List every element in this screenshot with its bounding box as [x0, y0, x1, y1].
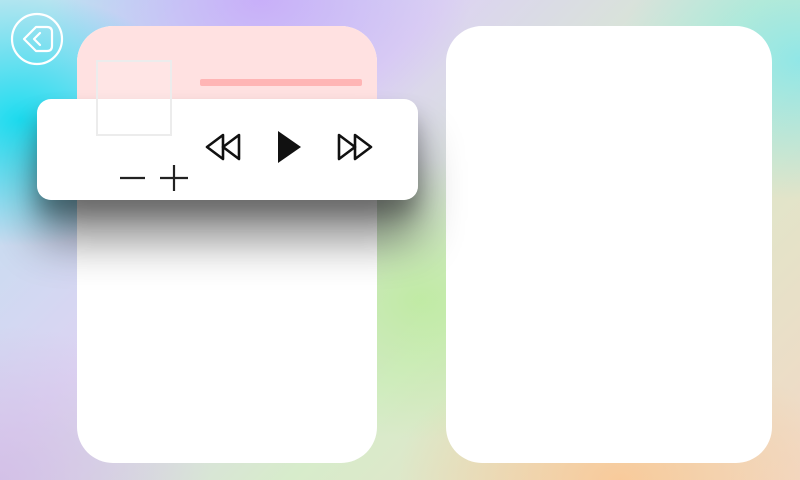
- play-button[interactable]: [273, 129, 307, 165]
- title-placeholder-bar: [200, 79, 362, 86]
- plus-icon: [160, 165, 188, 191]
- minus-icon: [120, 176, 145, 180]
- zoom-in-button[interactable]: [157, 163, 191, 193]
- fast-forward-button[interactable]: [333, 130, 377, 164]
- rewind-icon: [205, 133, 241, 161]
- fast-forward-icon: [337, 133, 373, 161]
- back-arrow-circle-icon: [10, 12, 64, 66]
- rewind-button[interactable]: [201, 130, 245, 164]
- thumbnail-placeholder[interactable]: [96, 60, 172, 136]
- back-button[interactable]: [10, 12, 64, 66]
- play-icon: [278, 131, 301, 163]
- right-panel: [446, 26, 772, 463]
- zoom-out-button[interactable]: [117, 165, 147, 191]
- playback-controls: [37, 99, 418, 200]
